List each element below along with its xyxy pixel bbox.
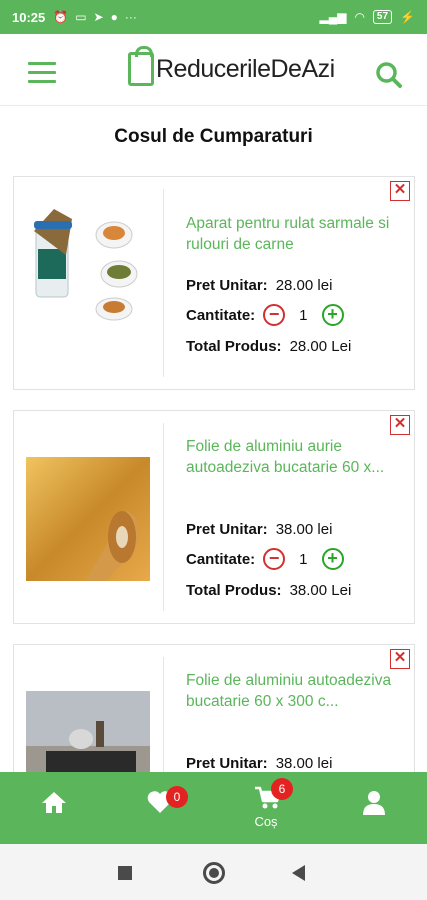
remove-item-button[interactable]: ✕ [390,181,410,201]
quantity-label: Cantitate: [186,550,256,568]
app-icon: ● [110,10,118,24]
laptop-icon: ▭ [75,10,87,24]
unit-price-value: 28.00 lei [275,277,333,294]
cart-item: ✕ Folie de aluminiu aurie autoadeziva bu… [13,410,415,624]
page-title: Cosul de Cumparaturi [114,126,313,147]
increase-quantity-button[interactable]: + [321,548,344,570]
app-header: ReducerileDeAzi [0,34,427,106]
quantity-row: Cantitate: − 1 + [186,548,344,570]
product-image [26,197,150,321]
quantity-label: Cantitate: [186,306,256,324]
app-logo[interactable]: ReducerileDeAzi [128,46,335,86]
unit-price-row: Pret Unitar: 38.00 lei [186,521,332,538]
unit-price-value: 38.00 lei [275,755,333,772]
wishlist-count-badge: 0 [166,786,188,808]
bottom-nav: 0 6 Coș [0,772,427,844]
user-icon [363,791,385,815]
more-icon: ··· [124,10,137,24]
alarm-icon: ⏰ [53,10,69,24]
unit-price-label: Pret Unitar: [186,755,268,772]
increase-quantity-button[interactable]: + [321,304,344,326]
logo-text: ReducerileDeAzi [156,55,335,83]
unit-price-row: Pret Unitar: 28.00 lei [186,277,332,294]
nav-home[interactable] [13,772,93,844]
unit-price-label: Pret Unitar: [186,521,268,538]
product-image [26,457,150,581]
unit-price-row: Pret Unitar: 38.00 lei [186,755,332,772]
total-value: 28.00 Lei [289,338,352,355]
total-label: Total Produs: [186,582,282,599]
search-icon[interactable] [375,61,403,89]
home-system-icon[interactable] [203,862,225,884]
back-icon[interactable] [292,865,305,881]
product-title[interactable]: Aparat pentru rulat sarmale si rulouri d… [186,213,408,255]
cart-item: ✕ Aparat pentru rulat sarmale si rulouri… [13,176,415,390]
remove-item-button[interactable]: ✕ [390,649,410,669]
status-time: 10:25 [12,9,46,25]
cart-count-badge: 6 [271,778,293,800]
remove-item-button[interactable]: ✕ [390,415,410,435]
nav-cart[interactable]: 6 Coș [226,772,306,844]
charging-icon: ⚡ [400,10,415,24]
battery-icon: 57 [372,10,393,24]
unit-price-value: 38.00 lei [275,521,333,538]
product-title[interactable]: Folie de aluminiu aurie autoadeziva buca… [186,436,408,478]
card-divider [163,423,164,611]
shopping-bag-icon [128,46,154,86]
wifi-icon: ◠ [354,10,365,24]
signal-icon: ▂▄▆ [319,10,347,24]
card-divider [163,189,164,377]
nav-account[interactable] [334,772,414,844]
unit-price-label: Pret Unitar: [186,277,268,294]
system-nav-bar [0,844,427,900]
cart-label: Coș [254,814,278,829]
total-row: Total Produs: 28.00 Lei [186,338,351,355]
quantity-value: 1 [299,306,308,324]
quantity-value: 1 [299,550,308,568]
nav-wishlist[interactable]: 0 [118,772,198,844]
status-notification-icons: ⏰ ▭ ➤ ● ··· [53,10,137,24]
home-icon [42,792,66,813]
menu-icon[interactable] [28,62,56,83]
product-title[interactable]: Folie de aluminiu autoadeziva bucatarie … [186,670,408,712]
decrease-quantity-button[interactable]: − [263,548,286,570]
total-row: Total Produs: 38.00 Lei [186,582,351,599]
total-value: 38.00 Lei [289,582,352,599]
telegram-icon: ➤ [93,10,104,24]
recent-apps-icon[interactable] [118,866,132,880]
status-bar: 10:25 ⏰ ▭ ➤ ● ··· ▂▄▆ ◠ 57 ⚡ [0,0,427,34]
total-label: Total Produs: [186,338,282,355]
decrease-quantity-button[interactable]: − [263,304,286,326]
quantity-row: Cantitate: − 1 + [186,304,344,326]
